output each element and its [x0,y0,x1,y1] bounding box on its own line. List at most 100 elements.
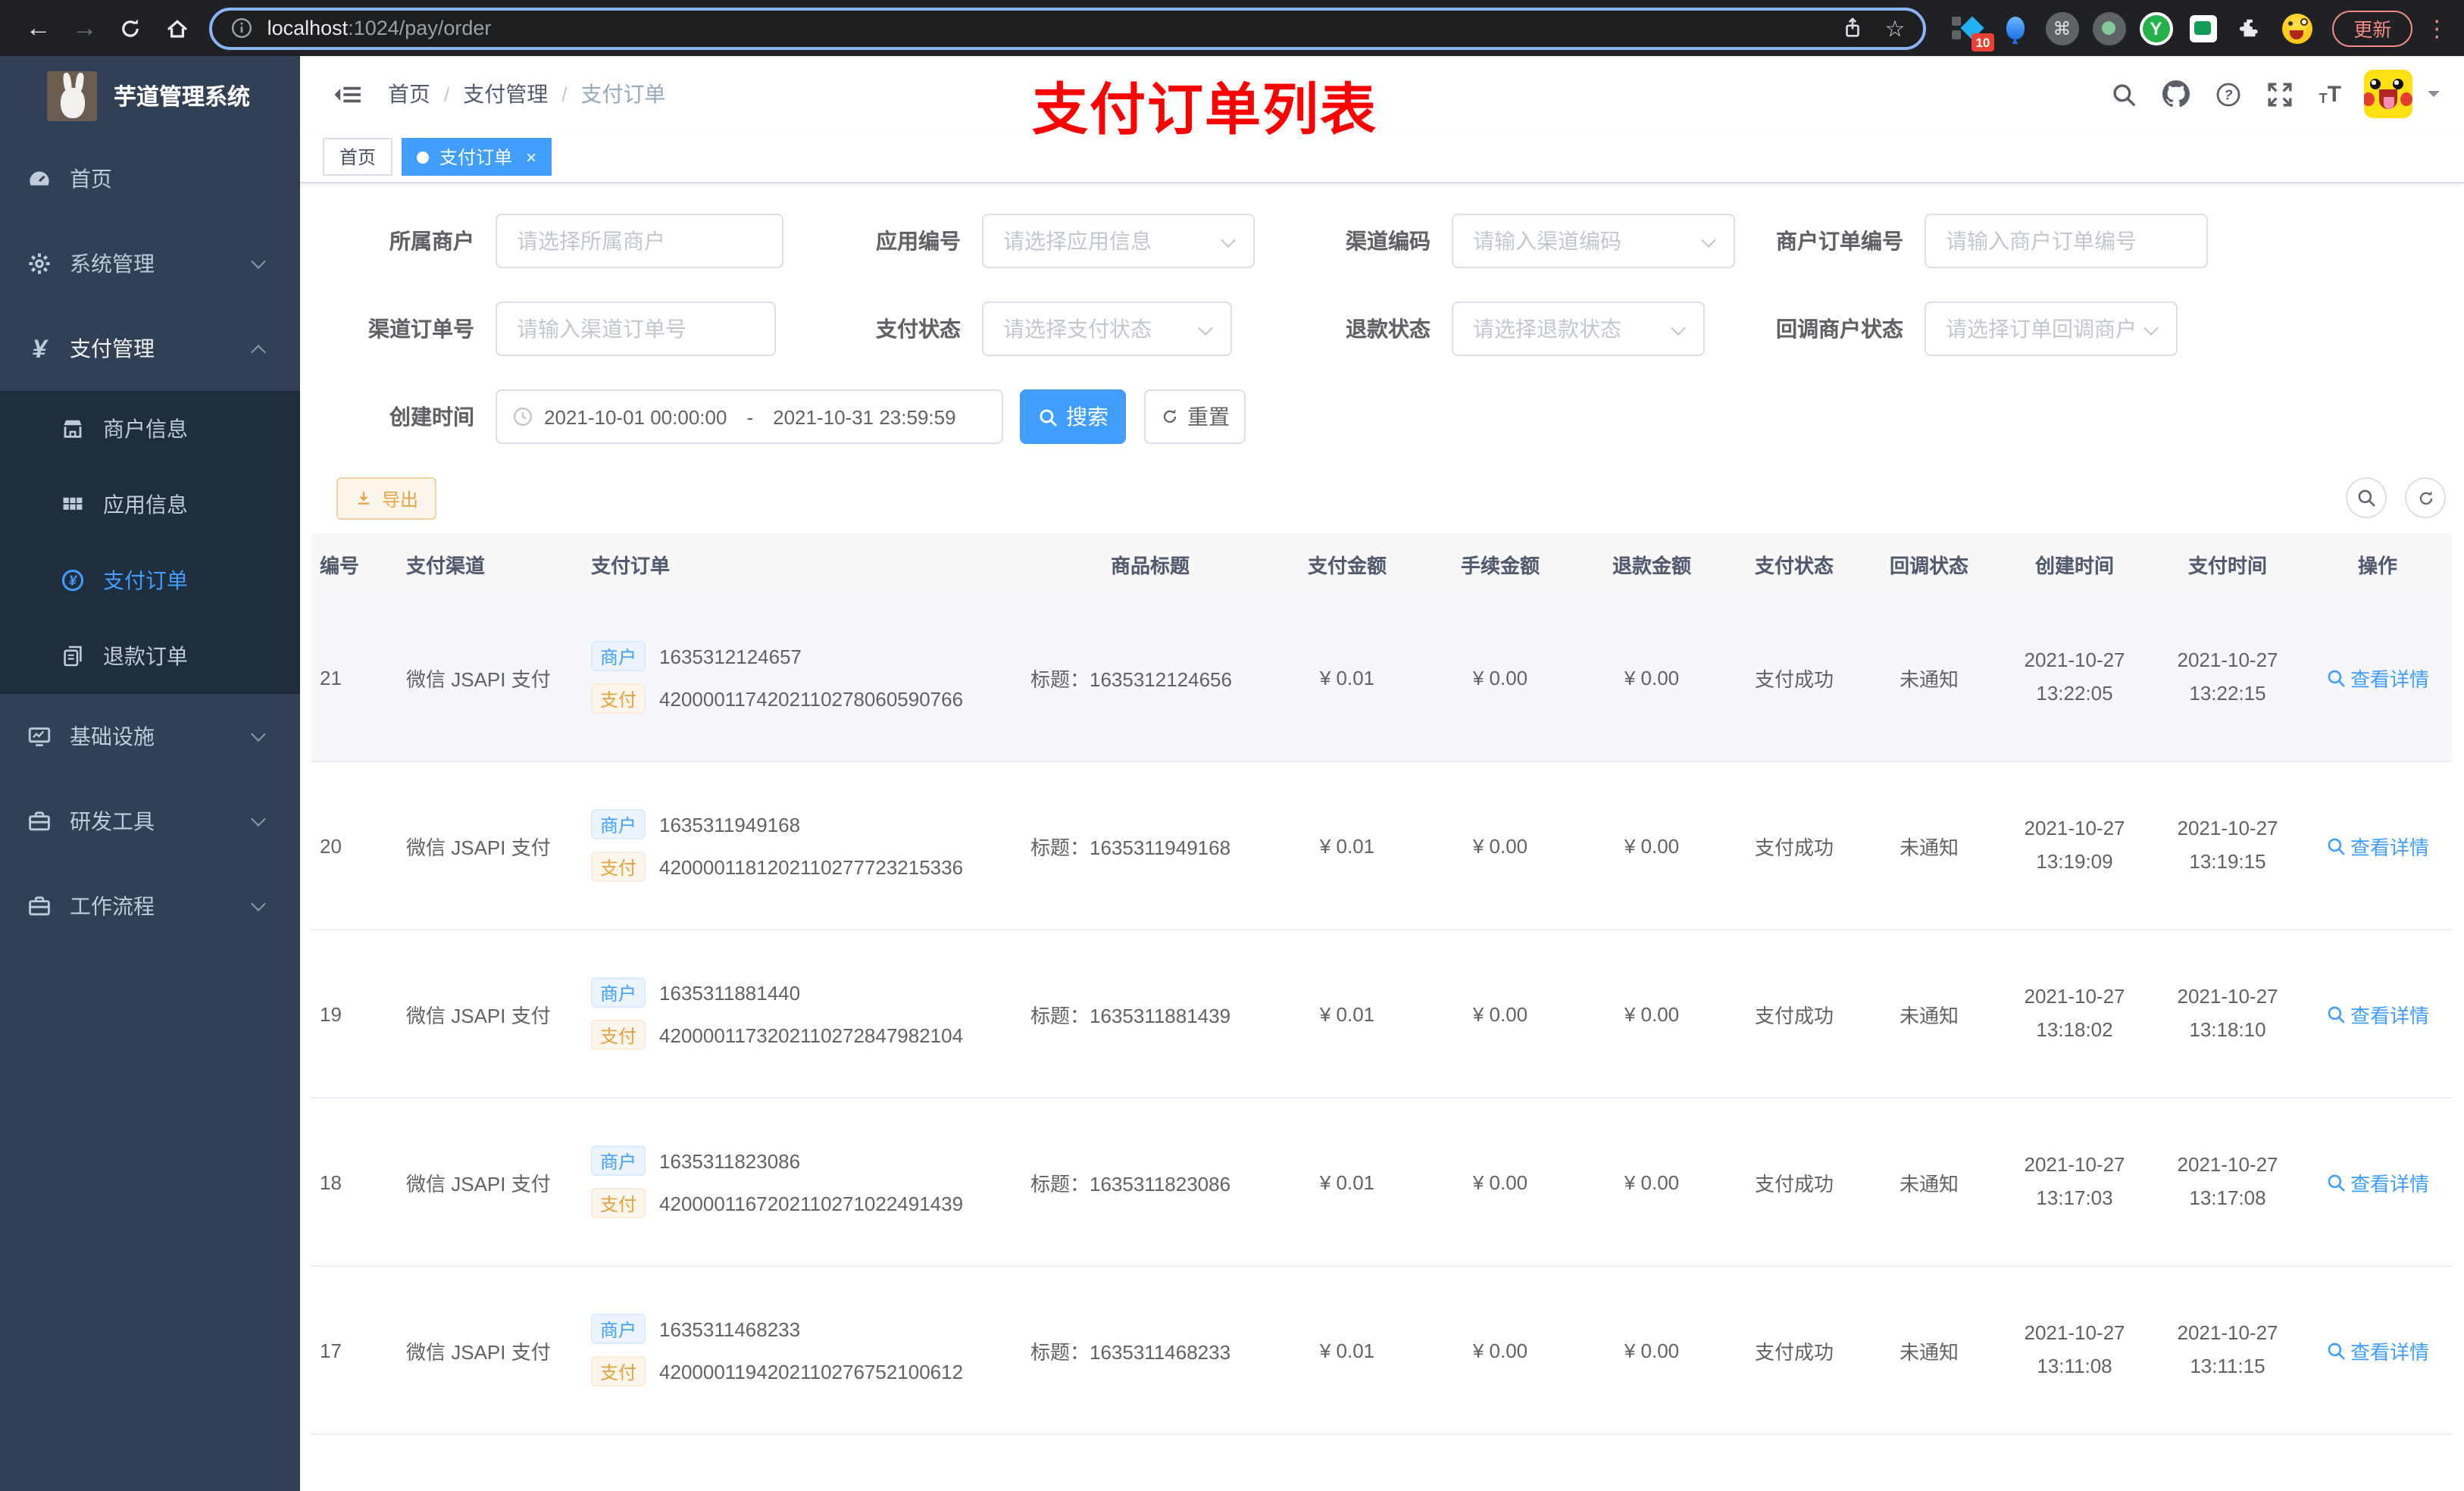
browser-update-button[interactable]: 更新 [2332,10,2413,46]
tab-home[interactable]: 首页 [323,138,393,176]
filter-field-input[interactable] [1926,303,2176,355]
merchant-order-line: 商户 1635311949168 [591,809,1018,839]
cell-title: 标题：1635311468233 [1030,1340,1231,1363]
browser-reload-icon[interactable] [108,7,154,49]
create-time-range-input[interactable]: 2021-10-01 00:00:00 - 2021-10-31 23:59:5… [496,389,1003,444]
sidebar-item-2[interactable]: ¥ 支付管理 [0,306,300,391]
sidebar-item-4[interactable]: 应用信息 [0,467,300,542]
table-row: 21 微信 JSAPI 支付 商户 1635312124657 支付 4200001174… [311,594,2452,762]
filter-field-input[interactable] [983,303,1230,355]
cell-id: 21 [320,666,342,689]
chevron-down-icon [251,727,266,742]
help-icon[interactable]: ? [2216,81,2242,107]
site-info-icon[interactable] [231,17,254,39]
extension-chat-icon[interactable] [2179,7,2226,49]
bookmark-star-icon[interactable]: ☆ [1884,14,1905,42]
cell-refund: ¥ 0.00 [1624,1339,1680,1361]
user-avatar[interactable] [2364,70,2412,118]
filter-field-input[interactable] [983,215,1253,267]
filter-field-input[interactable] [1453,303,1703,355]
share-icon[interactable] [1840,17,1863,39]
breadcrumb-home[interactable]: 首页 [388,79,430,109]
view-detail-link[interactable]: 查看详情 [2326,831,2429,860]
browser-menu-icon[interactable]: ⋮ [2425,14,2449,42]
refresh-table-icon[interactable] [2405,477,2446,518]
svg-text:?: ? [2225,86,2233,102]
github-icon[interactable] [2162,80,2190,108]
pay-order-no: 4200001194202110276752100612 [659,1360,964,1383]
filter-field-input[interactable] [497,215,782,267]
extension-emoji-icon[interactable] [2273,7,2320,49]
toggle-search-icon[interactable] [2346,477,2387,518]
sidebar-item-label: 工作流程 [70,894,155,918]
sidebar-item-1[interactable]: 系统管理 [0,221,300,306]
extension-recorder-icon[interactable] [2085,7,2132,49]
extension-tabs-icon[interactable]: 10 [1944,7,1995,51]
column-header-4: 支付金额 [1307,554,1387,577]
browser-home-icon[interactable] [154,7,200,49]
filter-label-1-0: 所属商户 [389,229,474,253]
filter-input-2-0[interactable] [496,302,776,356]
filter-select-1-2[interactable] [1452,214,1735,268]
table-header: 编号 支付渠道 支付订单 商品标题 支付金额 手续金额 退款金额 支付状态 回调状态 创建时间 支付… [311,533,2452,594]
header-search-icon[interactable] [2112,81,2137,107]
filter-select-2-1[interactable] [982,302,1232,356]
cell-status: 支付成功 [1754,836,1834,858]
merchant-order-no: 1635311949168 [659,813,801,836]
sidebar-item-6[interactable]: 退款订单 [0,618,300,694]
filter-input-1-3[interactable] [1925,214,2208,268]
filter-select-1-1[interactable] [982,214,1255,268]
user-menu-caret-icon[interactable] [2428,91,2440,103]
reset-button[interactable]: 重置 [1144,389,1246,444]
pay-order-no: 4200001174202110278060590766 [659,687,964,710]
toolbox-icon [23,809,56,833]
screenshot: ← → localhost :1024/pay/order ☆ 10 ⌘ Y 更… [0,0,2464,1491]
browser-forward-icon[interactable]: → [61,7,108,49]
pay-order-no: 4200001181202110277723215336 [659,855,964,878]
tab-close-icon[interactable]: × [526,146,536,167]
export-button[interactable]: 导出 [336,477,437,520]
view-detail-link[interactable]: 查看详情 [2326,1336,2429,1364]
view-detail-link[interactable]: 查看详情 [2326,999,2429,1028]
filter-field-input[interactable] [1926,215,2206,267]
address-bar[interactable]: localhost :1024/pay/order ☆ [209,7,1927,49]
extension-y-icon[interactable]: Y [2132,7,2179,49]
filter-select-2-2[interactable] [1452,302,1705,356]
pay-order-line: 支付 4200001194202110276752100612 [591,1356,1018,1386]
yen-circle-icon: ¥ [56,568,89,592]
tab-pay-order[interactable]: 支付订单 × [402,138,552,176]
sidebar-item-9[interactable]: 工作流程 [0,864,300,949]
extensions-puzzle-icon[interactable] [2226,7,2273,49]
sidebar-item-label: 首页 [70,167,112,191]
merchant-order-no: 1635312124657 [659,645,802,667]
cell-fee: ¥ 0.00 [1472,1171,1528,1193]
extension-balloon-icon[interactable] [1991,7,2038,49]
sidebar-item-7[interactable]: 基础设施 [0,694,300,779]
view-detail-link[interactable]: 查看详情 [2326,1167,2429,1196]
app-logo: 芋道管理系统 [0,56,300,136]
filter-input-1-0[interactable] [496,214,783,268]
view-detail-link[interactable]: 查看详情 [2326,663,2429,692]
filter-select-2-3[interactable] [1925,302,2178,356]
sidebar-menu: 首页 系统管理 ¥ 支付管理 商户信息 应用信息 ¥ 支付订单 退款订单 基础设施 … [0,136,300,949]
navbar-actions: ? TT [2086,70,2440,118]
breadcrumb-pay-manage[interactable]: 支付管理 [463,79,548,109]
filter-field-input[interactable] [497,303,774,355]
hamburger-icon[interactable] [333,80,362,108]
pay-order-table: 编号 支付渠道 支付订单 商品标题 支付金额 手续金额 退款金额 支付状态 回调状态 创建时间 支付… [311,533,2452,1491]
sidebar-item-5[interactable]: ¥ 支付订单 [0,542,300,618]
cell-refund: ¥ 0.00 [1624,666,1680,689]
browser-back-icon[interactable]: ← [15,7,61,49]
merchant-order-line: 商户 1635311881440 [591,977,1018,1008]
cell-amount: ¥ 0.01 [1319,1171,1375,1193]
sidebar-item-8[interactable]: 研发工具 [0,779,300,864]
sidebar-item-0[interactable]: 首页 [0,136,300,221]
sidebar-item-3[interactable]: 商户信息 [0,391,300,467]
cell-action: 查看详情 [2303,1167,2452,1196]
extension-command-icon[interactable]: ⌘ [2038,7,2085,49]
search-button[interactable]: 搜索 [1020,389,1126,444]
logo-rabbit-avatar [47,71,97,121]
font-size-icon[interactable]: TT [2319,83,2341,105]
fullscreen-icon[interactable] [2268,81,2294,107]
filter-field-input[interactable] [1453,215,1734,267]
